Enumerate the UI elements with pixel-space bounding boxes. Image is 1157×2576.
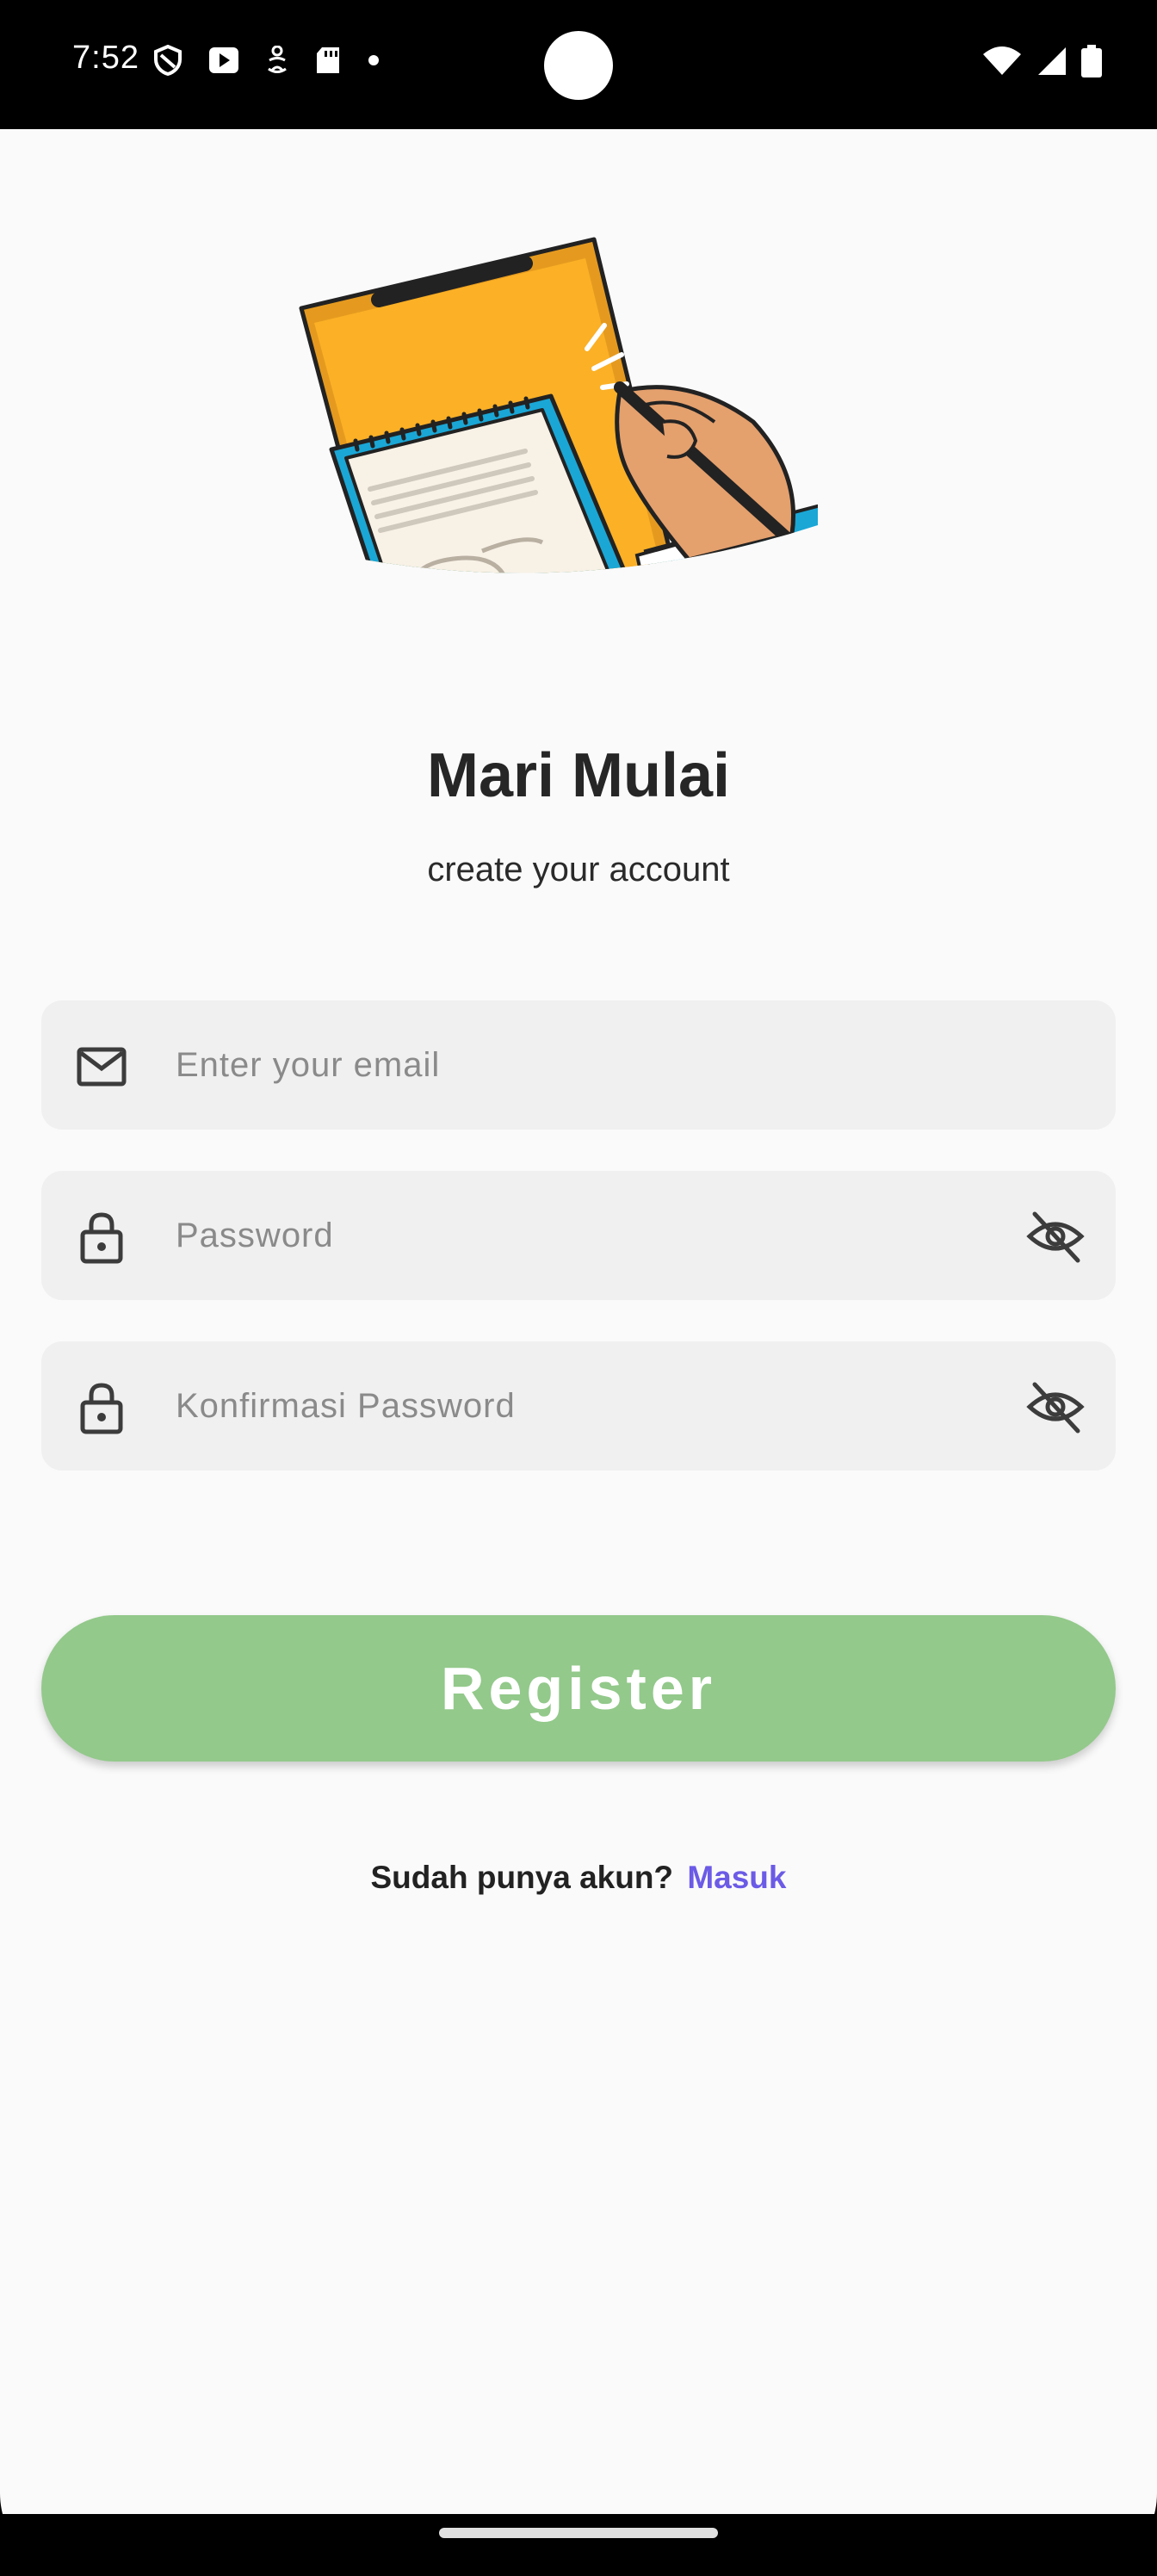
- signal-icon: [1038, 47, 1066, 75]
- register-screen: Mari Mulai create your account Enter you…: [0, 129, 1157, 2514]
- home-gesture-handle[interactable]: [439, 2528, 718, 2538]
- page-title: Mari Mulai: [426, 741, 731, 810]
- front-camera: [544, 31, 613, 100]
- play-store-icon: [209, 47, 238, 73]
- password-input[interactable]: [176, 1171, 1002, 1300]
- status-icons-right: [981, 45, 1102, 77]
- mail-icon: [77, 1047, 127, 1087]
- phone-screen: 7:52 Mari Mulai create your account Ente…: [0, 0, 1157, 2576]
- accessibility-icon: [268, 46, 287, 73]
- login-prompt-text: Sudah punya akun?: [370, 1860, 674, 1895]
- eye-off-icon[interactable]: [1026, 1207, 1085, 1266]
- dot-icon: [368, 55, 379, 65]
- lock-icon: [80, 1383, 123, 1434]
- email-input[interactable]: [176, 1000, 1002, 1130]
- signup-illustration: [299, 237, 818, 573]
- login-link[interactable]: Masuk: [687, 1860, 786, 1895]
- email-field[interactable]: [41, 1000, 1116, 1130]
- confirm-password-input[interactable]: [176, 1341, 1002, 1471]
- page-subtitle: create your account: [427, 851, 730, 889]
- status-bar: 7:52: [0, 0, 1157, 129]
- wifi-icon: [983, 46, 1021, 75]
- navigation-bar: [0, 2514, 1157, 2576]
- confirm-password-field[interactable]: [41, 1341, 1116, 1471]
- register-button[interactable]: Register: [41, 1615, 1116, 1762]
- shield-icon: [154, 45, 182, 76]
- status-icons-left: [153, 45, 381, 76]
- lock-icon: [80, 1212, 123, 1264]
- status-time: 7:52: [72, 40, 139, 76]
- eye-off-icon[interactable]: [1026, 1378, 1085, 1436]
- login-prompt: Sudah punya akun? Masuk: [0, 1860, 1157, 1896]
- sd-card-icon: [317, 47, 339, 73]
- battery-icon: [1081, 45, 1102, 77]
- password-field[interactable]: [41, 1171, 1116, 1300]
